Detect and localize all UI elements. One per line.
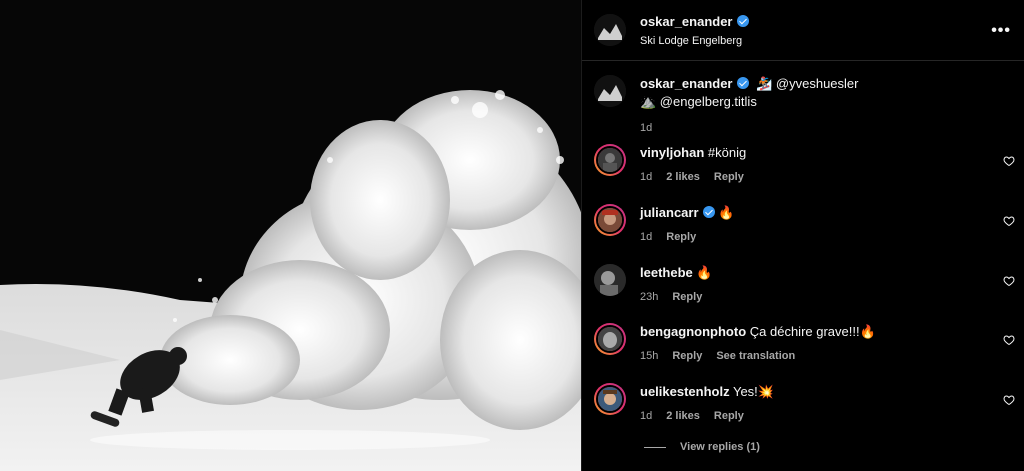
post-header: oskar_enander Ski Lodge Engelberg ••• [582,0,1024,61]
comment-time[interactable]: 1d [640,168,652,186]
comment-username[interactable]: leethebe [640,265,693,280]
comment-body: uelikestenholz Yes!💥 1d 2 likes Reply [640,383,990,425]
comment-username[interactable]: uelikestenholz [640,384,730,399]
comments-panel: oskar_enander Ski Lodge Engelberg ••• os… [581,0,1024,471]
comment-avatar[interactable] [594,144,626,176]
comment-time[interactable]: 1d [640,228,652,246]
snowboard-photo-image [0,0,581,471]
author-avatar[interactable] [594,14,626,46]
reply-button[interactable]: Reply [714,407,744,425]
comment-username[interactable]: bengagnonphoto [640,324,746,339]
reply-button[interactable]: Reply [672,347,702,365]
comment-text: Ça déchire grave!!!🔥 [749,324,876,339]
avatar-image [598,208,622,232]
caption-time[interactable]: 1d [640,119,652,137]
comment-time[interactable]: 15h [640,347,658,365]
replies-divider-line [644,446,666,448]
author-block: oskar_enander Ski Lodge Engelberg [640,13,749,47]
like-heart-icon[interactable] [1003,334,1015,346]
comment-text: 🔥 [696,265,713,280]
like-heart-icon[interactable] [1003,155,1015,167]
verified-badge-icon [702,206,715,218]
avatar-image [598,148,622,172]
avatar-image [594,14,626,46]
comment-body: vinyljohan #könig 1d 2 likes Reply [640,144,990,186]
like-heart-icon[interactable] [1003,394,1015,406]
comment-username[interactable]: juliancarr [640,205,699,220]
caption-author-avatar[interactable] [594,75,626,107]
comment-avatar[interactable] [594,323,626,355]
author-username[interactable]: oskar_enander [640,14,733,29]
caption-body: oskar_enander 🏂 @yveshuesler ⛰️ @engelbe… [640,75,990,137]
see-translation-link[interactable]: See translation [716,347,795,365]
caption-line-1[interactable]: 🏂 @yveshuesler [756,76,858,91]
verified-badge-icon [736,15,749,27]
avatar-image [598,387,622,411]
comment-time[interactable]: 1d [640,407,652,425]
comment-body: juliancarr 🔥 1d Reply [640,204,990,246]
comment-avatar[interactable] [594,383,626,415]
comment-text: 🔥 [718,205,735,220]
comment-body: leethebe 🔥 23h Reply [640,264,990,306]
reply-button[interactable]: Reply [714,168,744,186]
post-location[interactable]: Ski Lodge Engelberg [640,35,749,47]
avatar-image [594,264,626,296]
reply-button[interactable]: Reply [672,288,702,306]
view-replies-label[interactable]: View replies (1) [680,441,760,453]
caption-line-2[interactable]: ⛰️ @engelberg.titlis [640,93,990,111]
caption-username[interactable]: oskar_enander [640,76,733,91]
comment-likes[interactable]: 2 likes [666,407,700,425]
more-options-icon[interactable]: ••• [991,22,1011,40]
comment-text: #könig [707,145,747,160]
avatar-image [598,327,622,351]
view-replies-button[interactable]: View replies (1) [644,441,760,453]
comment-body: bengagnonphoto Ça déchire grave!!!🔥 15h … [640,323,990,365]
comment-likes[interactable]: 2 likes [666,168,700,186]
comment-avatar[interactable] [594,204,626,236]
reply-button[interactable]: Reply [666,228,696,246]
verified-badge-icon [736,77,749,89]
post-photo[interactable] [0,0,581,471]
avatar-image [594,75,626,107]
comment-text: Yes!💥 [732,384,774,399]
comment-time[interactable]: 23h [640,288,658,306]
like-heart-icon[interactable] [1003,215,1015,227]
comment-username[interactable]: vinyljohan [640,145,704,160]
like-heart-icon[interactable] [1003,275,1015,287]
comment-avatar[interactable] [594,264,626,296]
